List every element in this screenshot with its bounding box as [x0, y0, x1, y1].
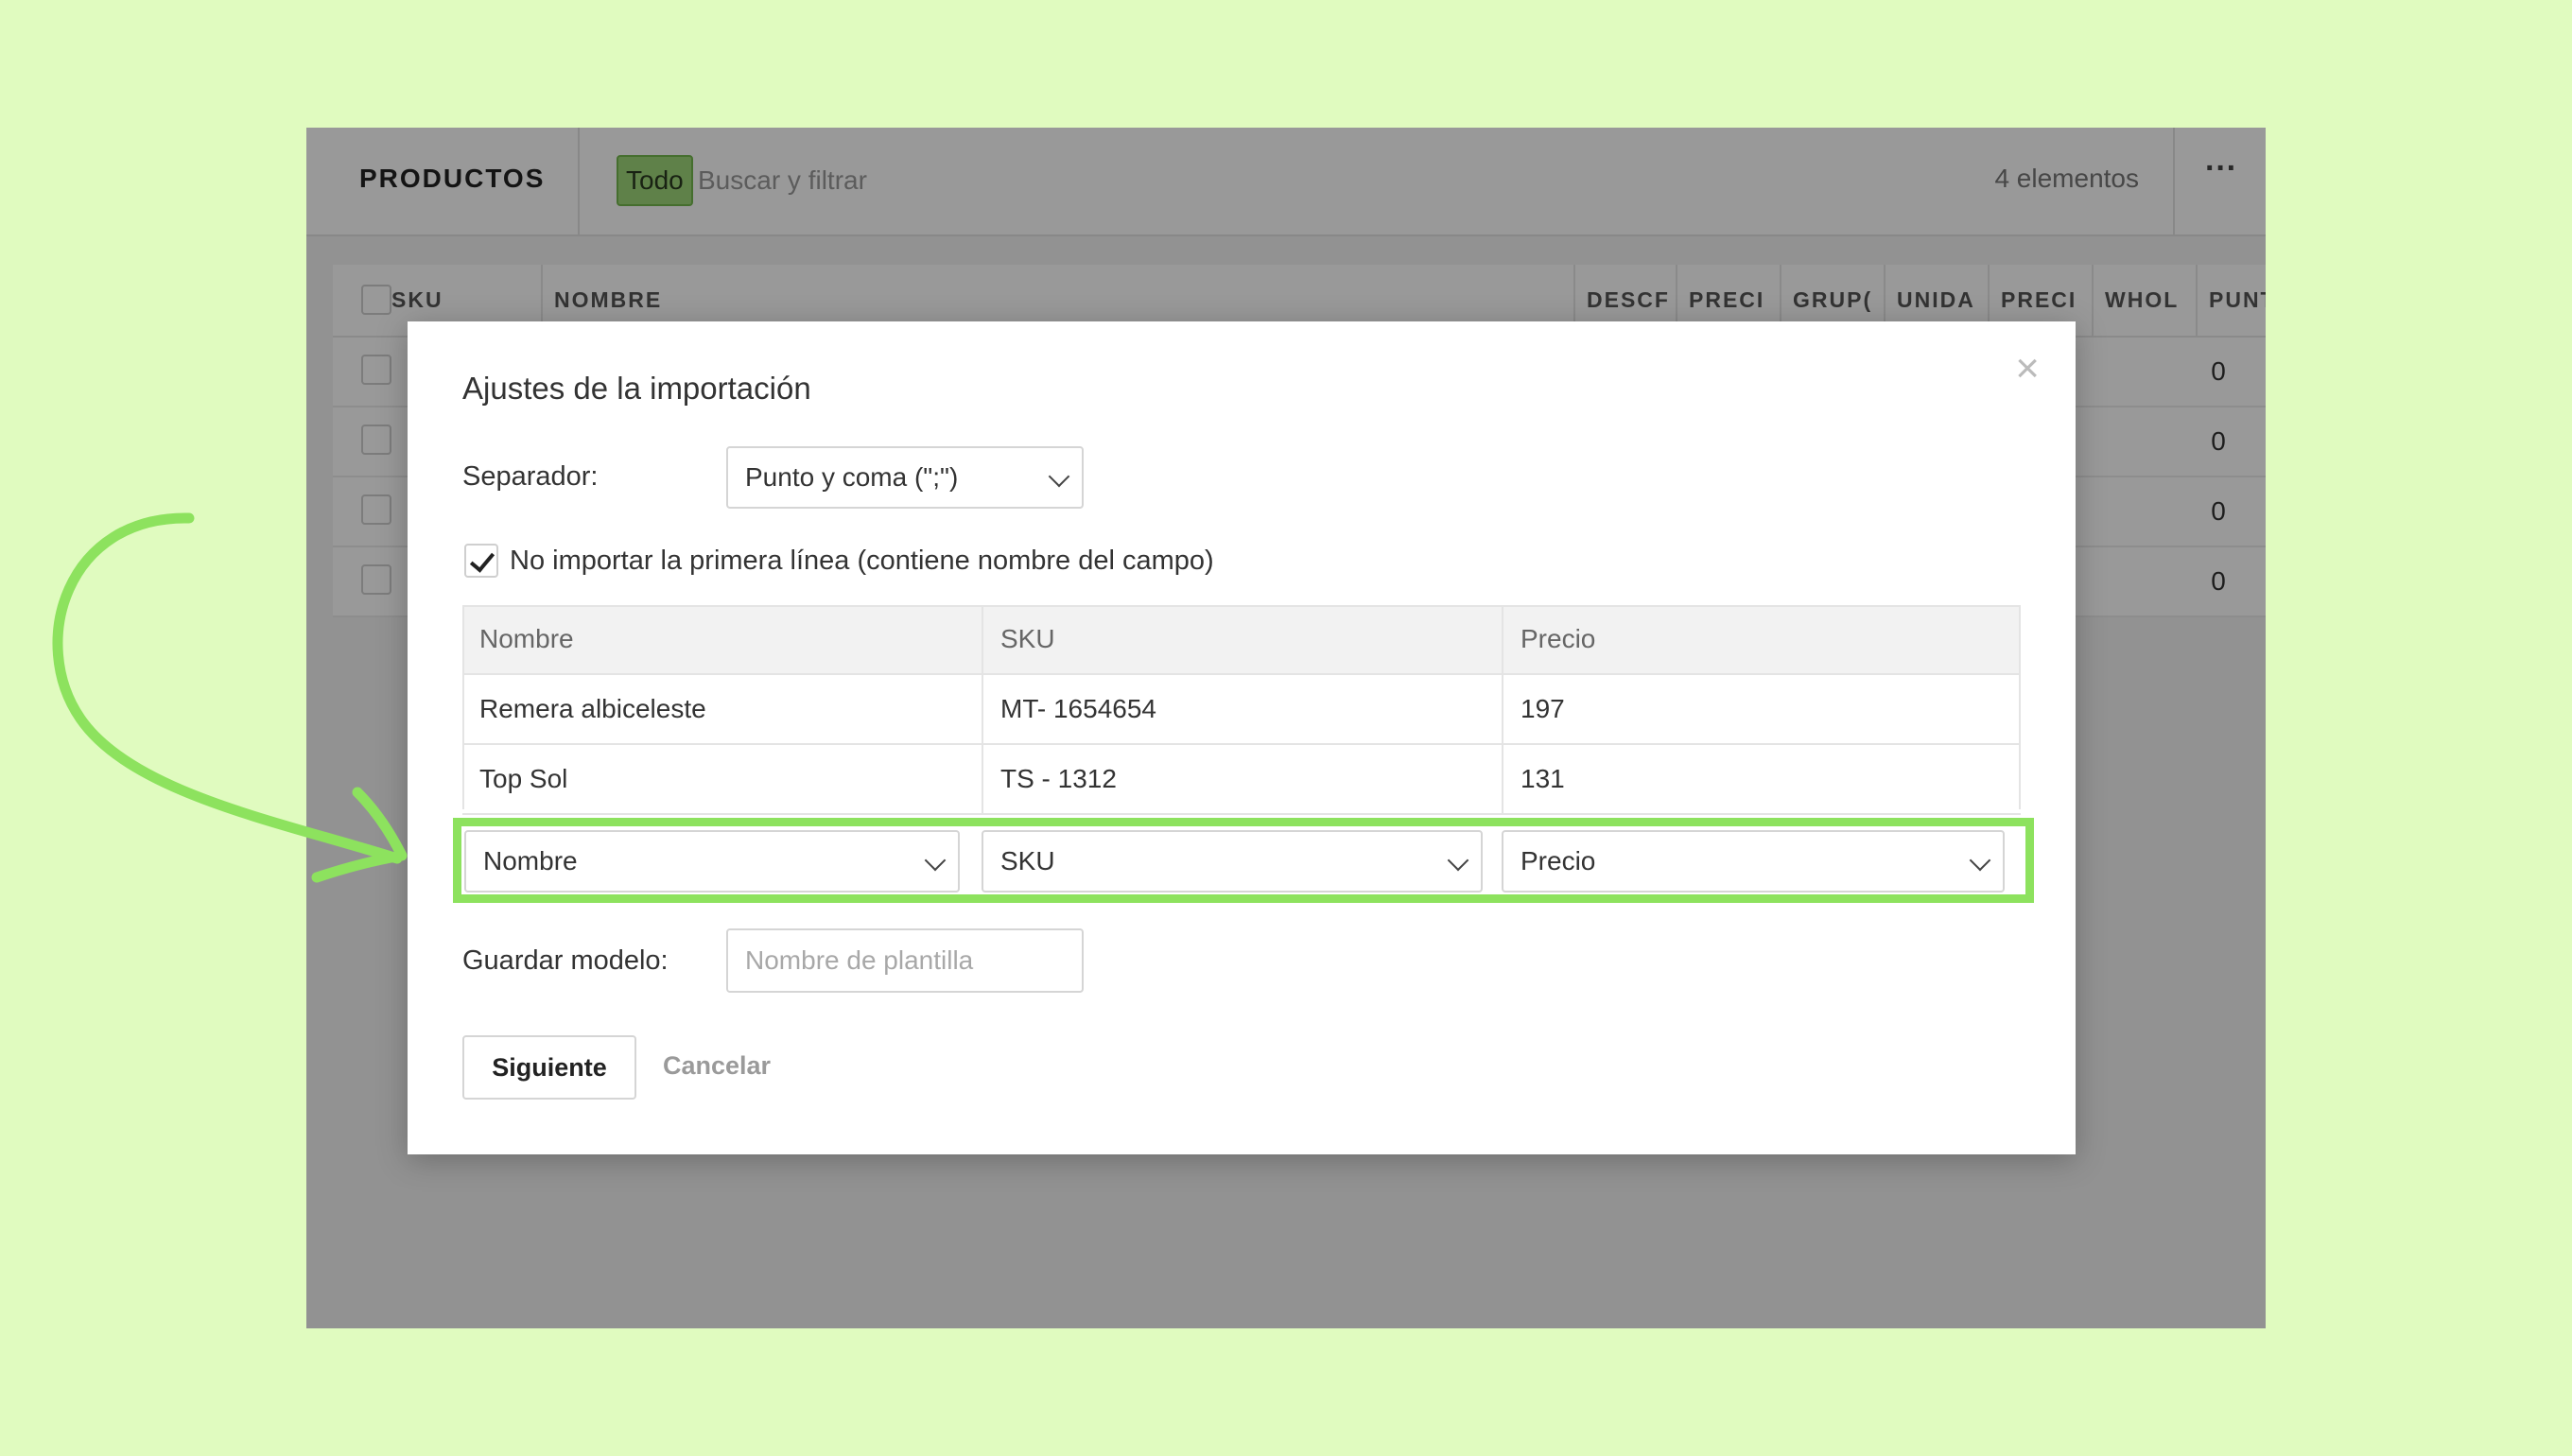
checkmark-icon [469, 546, 495, 573]
cancel-button[interactable]: Cancelar [663, 1051, 771, 1081]
chevron-down-icon [1048, 465, 1070, 488]
preview-cell: 197 [1502, 675, 2021, 743]
skip-first-line-checkbox[interactable] [464, 544, 498, 578]
preview-header-row: Nombre SKU Precio [462, 605, 2021, 675]
next-button[interactable]: Siguiente [462, 1035, 636, 1100]
separator-value: Punto y coma (";") [745, 462, 959, 492]
preview-cell: MT- 1654654 [982, 675, 1502, 743]
preview-header-nombre: Nombre [479, 624, 574, 653]
template-name-input[interactable] [726, 928, 1084, 993]
skip-first-line-label: No importar la primera línea (contiene n… [510, 546, 1214, 576]
close-icon[interactable]: × [2015, 348, 2040, 390]
modal-title: Ajustes de la importación [462, 371, 811, 406]
import-settings-modal: × Ajustes de la importación Separador: P… [408, 321, 2076, 1154]
preview-cell: Top Sol [479, 764, 568, 793]
preview-cell: TS - 1312 [982, 745, 1502, 813]
preview-row: Top Sol TS - 1312 131 [462, 745, 2021, 815]
separator-label: Separador: [462, 461, 599, 492]
separator-select[interactable]: Punto y coma (";") [726, 446, 1084, 509]
preview-table: Nombre SKU Precio Remera albiceleste MT-… [462, 605, 2021, 815]
preview-cell: 131 [1502, 745, 2021, 813]
preview-header-sku: SKU [982, 605, 1502, 673]
mapping-highlight-box [453, 818, 2034, 903]
save-template-label: Guardar modelo: [462, 945, 669, 976]
annotation-arrow-icon [52, 512, 408, 883]
preview-header-precio: Precio [1502, 605, 2021, 673]
preview-cell: Remera albiceleste [479, 694, 706, 723]
preview-row: Remera albiceleste MT- 1654654 197 [462, 675, 2021, 745]
